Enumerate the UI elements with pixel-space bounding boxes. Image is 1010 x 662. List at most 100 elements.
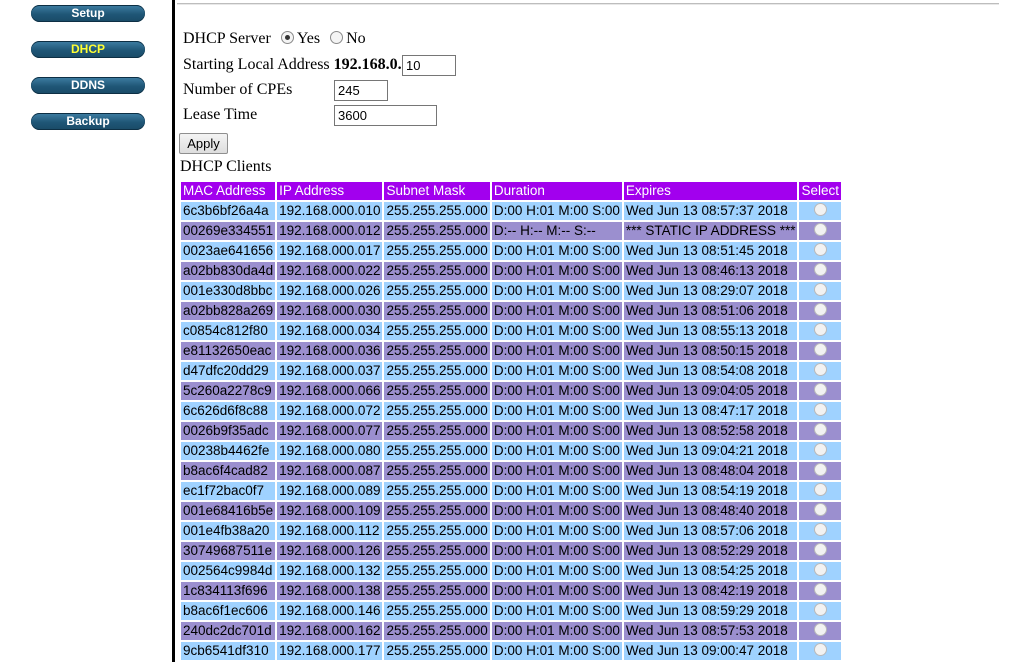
expires-cell: Wed Jun 13 08:51:45 2018	[623, 242, 798, 260]
expires-cell: Wed Jun 13 08:59:29 2018	[623, 602, 798, 620]
expires-cell: Wed Jun 13 09:04:05 2018	[623, 382, 798, 400]
mac-cell: e81132650eac	[181, 342, 276, 360]
dhcp-yes-radio[interactable]	[280, 31, 294, 44]
select-radio[interactable]	[813, 643, 827, 656]
select-cell	[799, 502, 841, 520]
select-cell	[799, 622, 841, 640]
ip-cell: 192.168.000.087	[277, 462, 383, 480]
expires-cell: Wed Jun 13 08:57:06 2018	[623, 522, 798, 540]
ip-cell: 192.168.000.017	[277, 242, 383, 260]
mac-cell: 30749687511e	[181, 542, 276, 560]
cpes-input[interactable]: 245	[334, 80, 388, 101]
expires-cell: Wed Jun 13 08:47:17 2018	[623, 402, 798, 420]
select-cell	[799, 242, 841, 260]
select-radio[interactable]	[813, 203, 827, 216]
table-row: 001e4fb38a20 192.168.000.112 255.255.255.0…	[181, 522, 841, 540]
select-cell	[799, 602, 841, 620]
mac-cell: ec1f72bac0f7	[181, 482, 276, 500]
cpes-row: Number of CPEs	[183, 81, 292, 99]
select-cell	[799, 222, 841, 240]
select-radio[interactable]	[813, 343, 827, 356]
apply-button[interactable]: Apply	[179, 133, 228, 154]
table-row: 00238b4462fe 192.168.000.080 255.255.255.0…	[181, 442, 841, 460]
mac-cell: b8ac6f1ec606	[181, 602, 276, 620]
select-radio[interactable]	[813, 503, 827, 516]
expires-cell: Wed Jun 13 08:55:13 2018	[623, 322, 798, 340]
select-radio[interactable]	[813, 463, 827, 476]
expires-cell: Wed Jun 13 08:48:04 2018	[623, 462, 798, 480]
select-cell	[799, 562, 841, 580]
select-radio[interactable]	[813, 243, 827, 256]
select-radio[interactable]	[813, 483, 827, 496]
expires-cell: *** STATIC IP ADDRESS ***	[623, 222, 798, 240]
select-radio[interactable]	[813, 423, 827, 436]
select-cell	[799, 342, 841, 360]
ip-cell: 192.168.000.010	[277, 202, 383, 220]
expires-cell: Wed Jun 13 09:00:47 2018	[623, 642, 798, 660]
ip-cell: 192.168.000.022	[277, 262, 383, 280]
select-cell	[799, 422, 841, 440]
select-radio[interactable]	[813, 303, 827, 316]
table-row: 9cb6541df310 192.168.000.177 255.255.255.0…	[181, 642, 841, 660]
start-address-row: Starting Local Address 192.168.0.	[183, 56, 402, 74]
ip-cell: 192.168.000.126	[277, 542, 383, 560]
select-cell	[799, 542, 841, 560]
subnet-cell: 255.255.255.000	[384, 522, 490, 540]
ip-cell: 192.168.000.072	[277, 402, 383, 420]
select-radio[interactable]	[813, 603, 827, 616]
duration-cell: D:00 H:01 M:00 S:00	[491, 642, 622, 660]
start-address-input[interactable]: 10	[402, 55, 456, 76]
select-radio[interactable]	[813, 323, 827, 336]
select-radio[interactable]	[813, 583, 827, 596]
ip-cell: 192.168.000.066	[277, 382, 383, 400]
select-cell	[799, 282, 841, 300]
mac-cell: 6c626d6f8c88	[181, 402, 276, 420]
select-radio[interactable]	[813, 543, 827, 556]
select-radio[interactable]	[813, 563, 827, 576]
select-radio[interactable]	[813, 403, 827, 416]
select-radio[interactable]	[813, 523, 827, 536]
table-row: 6c3b6bf26a4a 192.168.000.010 255.255.255.0…	[181, 202, 841, 220]
duration-cell: D:00 H:01 M:00 S:00	[491, 502, 622, 520]
col-duration-header: Duration	[491, 182, 622, 200]
mac-cell: d47dfc20dd29	[181, 362, 276, 380]
left-nav: Setup DHCP DDNS Backup	[0, 0, 172, 662]
duration-cell: D:00 H:01 M:00 S:00	[491, 582, 622, 600]
select-radio[interactable]	[813, 283, 827, 296]
subnet-cell: 255.255.255.000	[384, 642, 490, 660]
table-row: b8ac6f1ec606 192.168.000.146 255.255.255.0…	[181, 602, 841, 620]
col-subnet-header: Subnet Mask	[384, 182, 490, 200]
table-row: 0023ae641656 192.168.000.017 255.255.255.0…	[181, 242, 841, 260]
table-row: a02bb830da4d 192.168.000.022 255.255.255.0…	[181, 262, 841, 280]
select-cell	[799, 522, 841, 540]
dhcp-no-radio[interactable]	[330, 31, 344, 44]
select-cell	[799, 402, 841, 420]
ip-cell: 192.168.000.112	[277, 522, 383, 540]
lease-time-input[interactable]: 3600	[334, 105, 437, 126]
nav-dhcp-button[interactable]: DHCP	[31, 41, 145, 58]
ip-cell: 192.168.000.080	[277, 442, 383, 460]
subnet-cell: 255.255.255.000	[384, 202, 490, 220]
select-radio[interactable]	[813, 263, 827, 276]
subnet-cell: 255.255.255.000	[384, 562, 490, 580]
select-radio[interactable]	[813, 383, 827, 396]
expires-cell: Wed Jun 13 08:54:08 2018	[623, 362, 798, 380]
nav-ddns-button[interactable]: DDNS	[31, 77, 145, 94]
subnet-cell: 255.255.255.000	[384, 282, 490, 300]
select-cell	[799, 382, 841, 400]
table-row: 6c626d6f8c88 192.168.000.072 255.255.255.0…	[181, 402, 841, 420]
table-row: 002564c9984d 192.168.000.132 255.255.255.0…	[181, 562, 841, 580]
subnet-cell: 255.255.255.000	[384, 462, 490, 480]
select-cell	[799, 202, 841, 220]
select-radio[interactable]	[813, 223, 827, 236]
dhcp-server-label: DHCP Server	[183, 30, 271, 47]
expires-cell: Wed Jun 13 08:57:37 2018	[623, 202, 798, 220]
select-radio[interactable]	[813, 623, 827, 636]
nav-backup-button[interactable]: Backup	[31, 113, 145, 130]
nav-setup-button[interactable]: Setup	[31, 5, 145, 22]
select-radio[interactable]	[813, 443, 827, 456]
select-cell	[799, 262, 841, 280]
select-radio[interactable]	[813, 363, 827, 376]
subnet-cell: 255.255.255.000	[384, 442, 490, 460]
table-row: 30749687511e 192.168.000.126 255.255.255.0…	[181, 542, 841, 560]
